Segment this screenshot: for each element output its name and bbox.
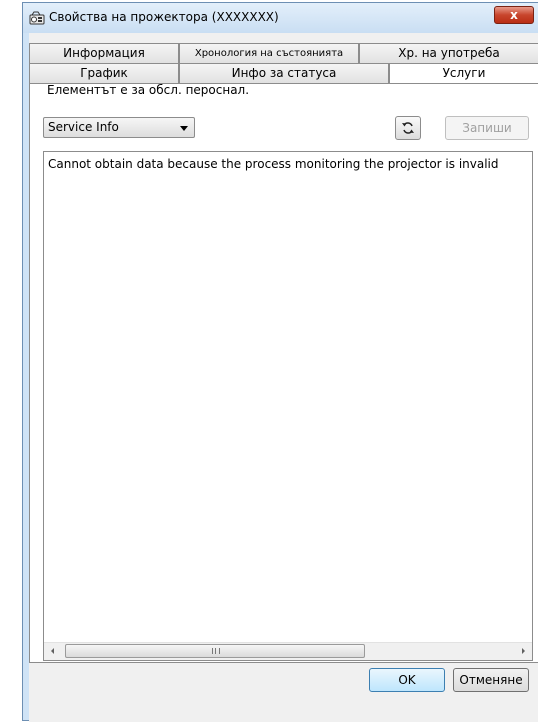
tab-services[interactable]: Услуги: [389, 63, 538, 84]
scroll-left-icon[interactable]: [44, 643, 61, 660]
tab-schedule[interactable]: График: [29, 63, 179, 83]
tab-information[interactable]: Информация: [29, 43, 179, 63]
properties-dialog: Свойства на прожектора (XXXXXXX) x Инфор…: [22, 2, 538, 722]
window-title: Свойства на прожектора (XXXXXXX): [49, 10, 279, 24]
horizontal-scrollbar[interactable]: [44, 642, 532, 660]
tab-status-history[interactable]: Хронология на състоянията: [179, 43, 359, 63]
cancel-button[interactable]: Отменяне: [453, 668, 529, 692]
tab-row-top: Информация Хронология на състоянията Хр.…: [29, 43, 538, 63]
grip-icon: [212, 648, 220, 654]
error-message: Cannot obtain data because the process m…: [48, 157, 499, 171]
scroll-right-icon[interactable]: [515, 643, 532, 660]
refresh-button[interactable]: [395, 116, 421, 140]
dropdown-value: Service Info: [48, 120, 119, 134]
projector-icon: [29, 11, 45, 25]
service-info-dropdown[interactable]: Service Info: [43, 117, 195, 138]
close-button[interactable]: x: [494, 6, 534, 24]
chevron-down-icon: [180, 126, 188, 131]
tab-row-bottom: График Инфо за статуса Услуги: [29, 63, 538, 84]
scroll-thumb[interactable]: [65, 644, 365, 658]
service-staff-label: Елементът е за обсл. пероснал.: [47, 83, 250, 97]
tab-usage-history[interactable]: Хр. на употреба: [359, 43, 538, 63]
close-icon: x: [510, 8, 518, 22]
write-button[interactable]: Запиши: [445, 116, 529, 140]
title-bar[interactable]: Свойства на прожектора (XXXXXXX) x: [23, 3, 538, 33]
tab-status-info[interactable]: Инфо за статуса: [179, 63, 389, 83]
refresh-icon: [402, 122, 414, 134]
ok-button[interactable]: OK: [369, 668, 445, 692]
service-info-textbox[interactable]: Cannot obtain data because the process m…: [43, 151, 533, 661]
